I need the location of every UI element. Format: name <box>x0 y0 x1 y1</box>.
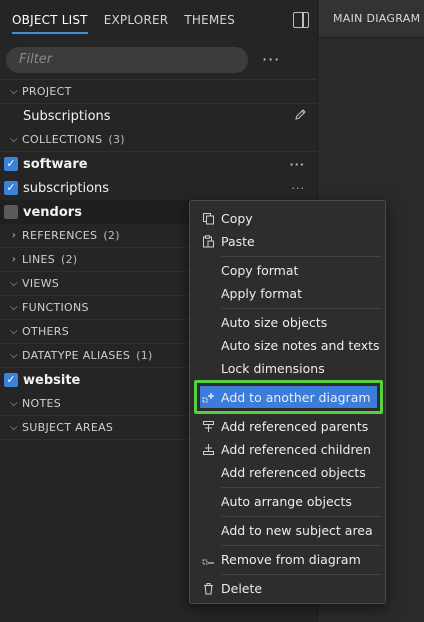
menu-item-label: Add referenced children <box>221 442 371 457</box>
menu-separator <box>221 487 381 488</box>
menu-item-add-to-another-diagram[interactable]: Add to another diagram <box>190 386 385 409</box>
section-notes-label: NOTES <box>22 397 62 410</box>
menu-item-lock-dimensions[interactable]: Lock dimensions <box>190 357 385 380</box>
row-more-button[interactable]: ··· <box>292 182 306 195</box>
menu-item-label: Delete <box>221 581 263 596</box>
menu-item-add-referenced-parents[interactable]: Add referenced parents <box>190 415 385 438</box>
menu-item-label: Auto arrange objects <box>221 494 352 509</box>
edit-pencil-icon[interactable] <box>294 108 307 125</box>
menu-item-label: Add referenced objects <box>221 465 366 480</box>
menu-item-auto-size-objects[interactable]: Auto size objects <box>190 311 385 334</box>
checkbox-checked[interactable] <box>4 373 18 387</box>
collection-item-software[interactable]: software ··· <box>0 152 317 176</box>
tab-main-diagram[interactable]: MAIN DIAGRAM <box>319 0 424 38</box>
section-datatype-aliases-label: DATATYPE ALIASES <box>22 349 131 362</box>
filter-more-button[interactable]: ··· <box>262 50 280 69</box>
section-others-label: OTHERS <box>22 325 70 338</box>
section-lines-label: LINES <box>22 253 56 266</box>
menu-item-copy[interactable]: Copy <box>190 207 385 230</box>
checkbox-checked[interactable] <box>4 181 18 195</box>
alias-name: website <box>23 372 81 388</box>
menu-item-add-referenced-objects[interactable]: Add referenced objects <box>190 461 385 484</box>
collections-count: (3) <box>108 133 125 146</box>
lines-count: (2) <box>61 253 78 266</box>
chevron-down-icon: ⌵ <box>10 398 18 409</box>
section-views-label: VIEWS <box>22 277 60 290</box>
menu-item-label: Remove from diagram <box>221 552 361 567</box>
chevron-right-icon: › <box>11 230 17 241</box>
menu-separator <box>221 256 381 257</box>
checkbox-checked[interactable] <box>4 157 18 171</box>
paste-icon <box>202 235 215 248</box>
menu-item-label: Apply format <box>221 286 302 301</box>
menu-item-apply-format[interactable]: Apply format <box>190 282 385 305</box>
menu-separator <box>221 574 381 575</box>
menu-item-label: Auto size notes and texts <box>221 338 380 353</box>
section-project-label: PROJECT <box>22 85 72 98</box>
section-functions-label: FUNCTIONS <box>22 301 89 314</box>
chevron-right-icon: › <box>11 254 17 265</box>
menu-separator <box>221 516 381 517</box>
menu-item-label: Auto size objects <box>221 315 328 330</box>
checkbox-unchecked[interactable] <box>4 205 18 219</box>
chevron-down-icon: ⌵ <box>10 350 18 361</box>
row-more-button[interactable]: ··· <box>289 158 305 171</box>
menu-item-add-to-new-subject-area[interactable]: Add to new subject area <box>190 519 385 542</box>
menu-item-label: Add to another diagram <box>221 390 371 405</box>
chevron-down-icon: ⌵ <box>10 86 18 97</box>
add-to-diagram-icon <box>202 391 215 404</box>
chevron-down-icon: ⌵ <box>10 134 18 145</box>
references-count: (2) <box>103 229 120 242</box>
chevron-down-icon: ⌵ <box>10 326 18 337</box>
section-subject-areas-label: SUBJECT AREAS <box>22 421 114 434</box>
menu-item-add-referenced-children[interactable]: Add referenced children <box>190 438 385 461</box>
menu-item-label: Paste <box>221 234 255 249</box>
chevron-down-icon: ⌵ <box>10 302 18 313</box>
tab-themes[interactable]: THEMES <box>184 0 235 40</box>
menu-separator <box>221 308 381 309</box>
menu-item-label: Add to new subject area <box>221 523 373 538</box>
remove-from-diagram-icon <box>202 553 215 566</box>
filter-row: ··· <box>0 40 317 80</box>
filter-input[interactable] <box>6 46 248 73</box>
section-references-label: REFERENCES <box>22 229 98 242</box>
panel-tabs: OBJECT LIST EXPLORER THEMES <box>0 0 317 40</box>
menu-item-auto-arrange-objects[interactable]: Auto arrange objects <box>190 490 385 513</box>
collection-name: software <box>23 156 88 172</box>
menu-item-label: Copy format <box>221 263 299 278</box>
section-collections[interactable]: ⌵ COLLECTIONS (3) <box>0 128 317 152</box>
menu-item-label: Add referenced parents <box>221 419 369 434</box>
chevron-down-icon: ⌵ <box>10 422 18 433</box>
menu-item-copy-format[interactable]: Copy format <box>190 259 385 282</box>
menu-item-delete[interactable]: Delete <box>190 577 385 600</box>
project-item[interactable]: Subscriptions <box>0 104 317 128</box>
section-collections-label: COLLECTIONS <box>22 133 103 146</box>
collection-name: vendors <box>23 204 82 220</box>
trash-icon <box>202 582 215 595</box>
menu-item-remove-from-diagram[interactable]: Remove from diagram <box>190 548 385 571</box>
menu-item-label: Lock dimensions <box>221 361 325 376</box>
section-project[interactable]: ⌵ PROJECT <box>0 80 317 104</box>
menu-separator <box>221 545 381 546</box>
datatype-aliases-count: (1) <box>136 349 153 362</box>
chevron-down-icon: ⌵ <box>10 278 18 289</box>
copy-icon <box>202 212 215 225</box>
context-menu: Copy Paste Copy format Apply format Auto… <box>189 200 386 604</box>
tab-explorer[interactable]: EXPLORER <box>104 0 169 40</box>
panel-layout-icon[interactable] <box>293 12 309 28</box>
referenced-children-icon <box>202 443 215 456</box>
collection-name: subscriptions <box>23 180 110 196</box>
project-name: Subscriptions <box>23 108 111 124</box>
referenced-parents-icon <box>202 420 215 433</box>
tab-object-list[interactable]: OBJECT LIST <box>12 0 88 40</box>
menu-item-paste[interactable]: Paste <box>190 230 385 253</box>
menu-item-label: Copy <box>221 211 253 226</box>
menu-item-auto-size-notes[interactable]: Auto size notes and texts <box>190 334 385 357</box>
collection-item-subscriptions[interactable]: subscriptions ··· <box>0 176 317 200</box>
